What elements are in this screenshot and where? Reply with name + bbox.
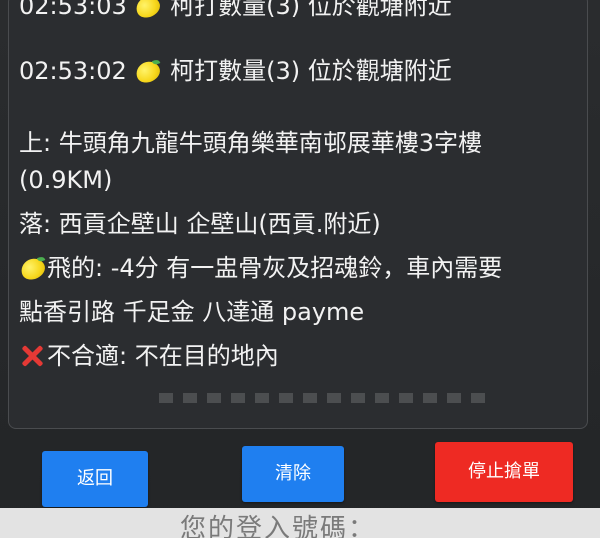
log-entry: 02:53:02 柯打數量(3) 位於觀塘附近: [19, 54, 452, 88]
log-text: 柯打數量(3) 位於觀塘附近: [170, 0, 452, 20]
log-time: 02:53:02: [19, 57, 127, 85]
app-screen: 02:53:03 柯打數量(3) 位於觀塘附近 02:53:02 柯打數量(3)…: [0, 0, 600, 538]
order-status: 不合適: 不在目的地內: [19, 339, 279, 373]
faded-log-entry: [159, 393, 489, 403]
order-note-text: 飛的: -4分 有一盅骨灰及招魂鈴，車內需要: [47, 254, 503, 282]
back-button[interactable]: 返回: [42, 451, 148, 507]
clear-button[interactable]: 清除: [242, 446, 344, 502]
lemon-icon: [133, 0, 164, 22]
login-number-label: 您的登入號碼：: [180, 514, 377, 538]
cross-icon: [19, 343, 45, 369]
pickup-distance: (0.9KM): [19, 166, 113, 194]
order-status-text: 不合適: 不在目的地內: [47, 342, 279, 370]
order-note-continued: 點香引路 千足金 八達通 payme: [19, 298, 365, 326]
stop-grabbing-button[interactable]: 停止搶單: [435, 442, 573, 502]
log-text: 柯打數量(3) 位於觀塘附近: [170, 57, 452, 85]
pickup-address: 上: 牛頭角九龍牛頭角樂華南邨展華樓3字樓: [19, 129, 482, 157]
log-entry: 02:53:03 柯打數量(3) 位於觀塘附近: [19, 0, 452, 23]
log-time: 02:53:03: [19, 0, 127, 20]
dropoff-address: 落: 西貢企壁山 企壁山(西貢.附近): [19, 210, 381, 238]
lemon-icon: [133, 57, 164, 87]
lemon-icon: [17, 254, 49, 284]
order-note: 飛的: -4分 有一盅骨灰及招魂鈴，車內需要: [17, 251, 503, 285]
order-log-panel[interactable]: 02:53:03 柯打數量(3) 位於觀塘附近 02:53:02 柯打數量(3)…: [8, 0, 588, 429]
